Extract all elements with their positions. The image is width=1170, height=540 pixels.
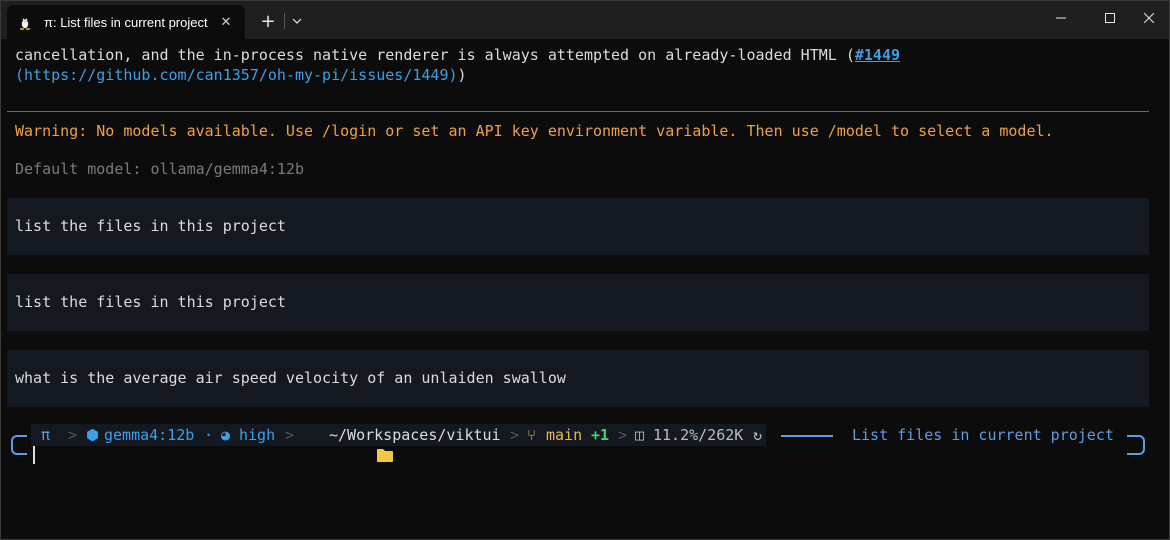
segment-separator: > (68, 426, 78, 444)
tab-active[interactable]: π: List files in current project ✕ (7, 5, 245, 39)
user-message-text: list the files in this project (15, 293, 286, 311)
linux-penguin-icon (17, 14, 33, 30)
warning-message: Warning: No models available. Use /login… (15, 122, 1054, 140)
title-bar: π: List files in current project ✕ + (1, 1, 1169, 39)
dot-separator: · (204, 426, 214, 444)
issue-url-link[interactable]: (https://github.com/can1357/oh-my-pi/iss… (15, 66, 458, 84)
tab-title: π: List files in current project (44, 14, 208, 30)
model-name: gemma4:12b (104, 426, 195, 444)
context-usage: 11.2%/262K (653, 426, 744, 444)
chevron-down-icon[interactable] (288, 11, 306, 31)
segment-separator: > (510, 426, 520, 444)
session-title: List files in current project (852, 426, 1114, 444)
user-message: list the files in this project (7, 274, 1149, 331)
segment-separator: > (285, 426, 295, 444)
output-line: cancellation, and the in-process native … (15, 46, 901, 64)
segment-separator: > (618, 426, 628, 444)
close-icon[interactable]: ✕ (215, 11, 237, 33)
thinking-icon: ◕ (221, 426, 231, 444)
divider (7, 111, 1149, 112)
terminal-window: π: List files in current project ✕ + can… (0, 0, 1170, 540)
status-line: π > ⬢ gemma4:12b · ◕ high > ~/Workspaces… (1, 423, 1169, 463)
terminal-output[interactable]: cancellation, and the in-process native … (1, 39, 1169, 539)
input-frame-right (1127, 435, 1145, 455)
minimize-icon[interactable] (1038, 1, 1084, 35)
context-icon: ◫ (635, 426, 645, 444)
working-directory: ~/Workspaces/viktui (329, 426, 501, 444)
tab-divider (284, 13, 285, 29)
title-rule (781, 435, 833, 437)
new-tab-button[interactable]: + (257, 11, 279, 32)
model-icon: ⬢ (86, 426, 100, 444)
thinking-level: high (239, 426, 276, 444)
issue-link[interactable]: #1449 (855, 46, 900, 64)
user-message-text: list the files in this project (15, 217, 286, 235)
git-changes: +1 (591, 426, 610, 444)
pi-logo: π (41, 426, 51, 444)
user-message: what is the average air speed velocity o… (7, 350, 1149, 407)
default-model-text: Default model: ollama/gemma4:12b (15, 160, 304, 178)
user-message: list the files in this project (7, 198, 1149, 255)
git-branch: main (546, 426, 583, 444)
input-frame-left (11, 435, 27, 455)
user-message-text: what is the average air speed velocity o… (15, 369, 566, 387)
input-cursor[interactable] (33, 446, 35, 464)
branch-icon: ⑂ (527, 426, 537, 444)
output-line: (https://github.com/can1357/oh-my-pi/iss… (15, 66, 467, 84)
refresh-icon: ↻ (753, 426, 763, 444)
close-icon[interactable] (1126, 1, 1169, 35)
